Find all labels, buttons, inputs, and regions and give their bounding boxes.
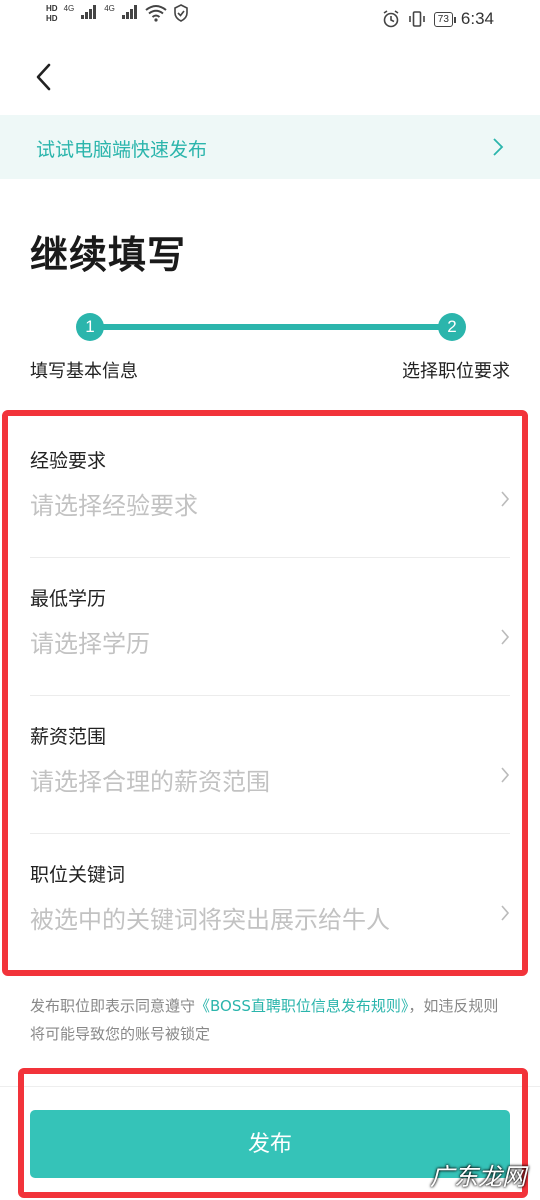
hd-indicators: HD HD: [46, 4, 58, 24]
status-left: HD HD 4G 4G: [46, 4, 189, 24]
hd-badge: HD: [46, 14, 58, 23]
shield-icon: [174, 4, 188, 22]
step-2-label: 选择职位要求: [402, 361, 510, 382]
agreement-prefix: 发布职位即表示同意遵守: [30, 997, 196, 1015]
step-1-dot: 1: [76, 313, 104, 341]
signal-icon: [81, 5, 97, 19]
chevron-right-icon: [493, 138, 504, 156]
progress-stepper: 1 2: [76, 313, 466, 341]
network-type: 4G: [63, 4, 75, 13]
status-bar: HD HD 4G 4G 73 6:34: [0, 0, 540, 40]
desktop-publish-banner[interactable]: 试试电脑端快速发布: [0, 115, 540, 179]
step-1-label: 填写基本信息: [30, 361, 138, 382]
progress-line: [90, 324, 452, 330]
hd-badge: HD: [46, 4, 58, 13]
status-right: 73 6:34: [382, 9, 494, 29]
battery-icon: 73: [433, 11, 457, 27]
clock: 6:34: [460, 9, 494, 28]
highlight-box-form: [2, 410, 528, 976]
agreement-text: 发布职位即表示同意遵守《BOSS直聘职位信息发布规则》，如违反规则将可能导致您的…: [30, 992, 510, 1048]
watermark: 广东龙网: [430, 1163, 526, 1191]
alarm-icon: [383, 10, 399, 28]
banner-text: 试试电脑端快速发布: [36, 139, 208, 161]
page-title: 继续填写: [30, 233, 187, 277]
signal-icon: [121, 5, 137, 19]
back-arrow-icon: [36, 63, 51, 91]
rules-link[interactable]: 《BOSS直聘职位信息发布规则》: [195, 997, 408, 1015]
wifi-icon: [145, 5, 167, 22]
back-button[interactable]: [30, 60, 60, 94]
vibrate-icon: [408, 11, 425, 27]
network-type: 4G: [104, 4, 115, 13]
step-2-dot: 2: [438, 313, 466, 341]
